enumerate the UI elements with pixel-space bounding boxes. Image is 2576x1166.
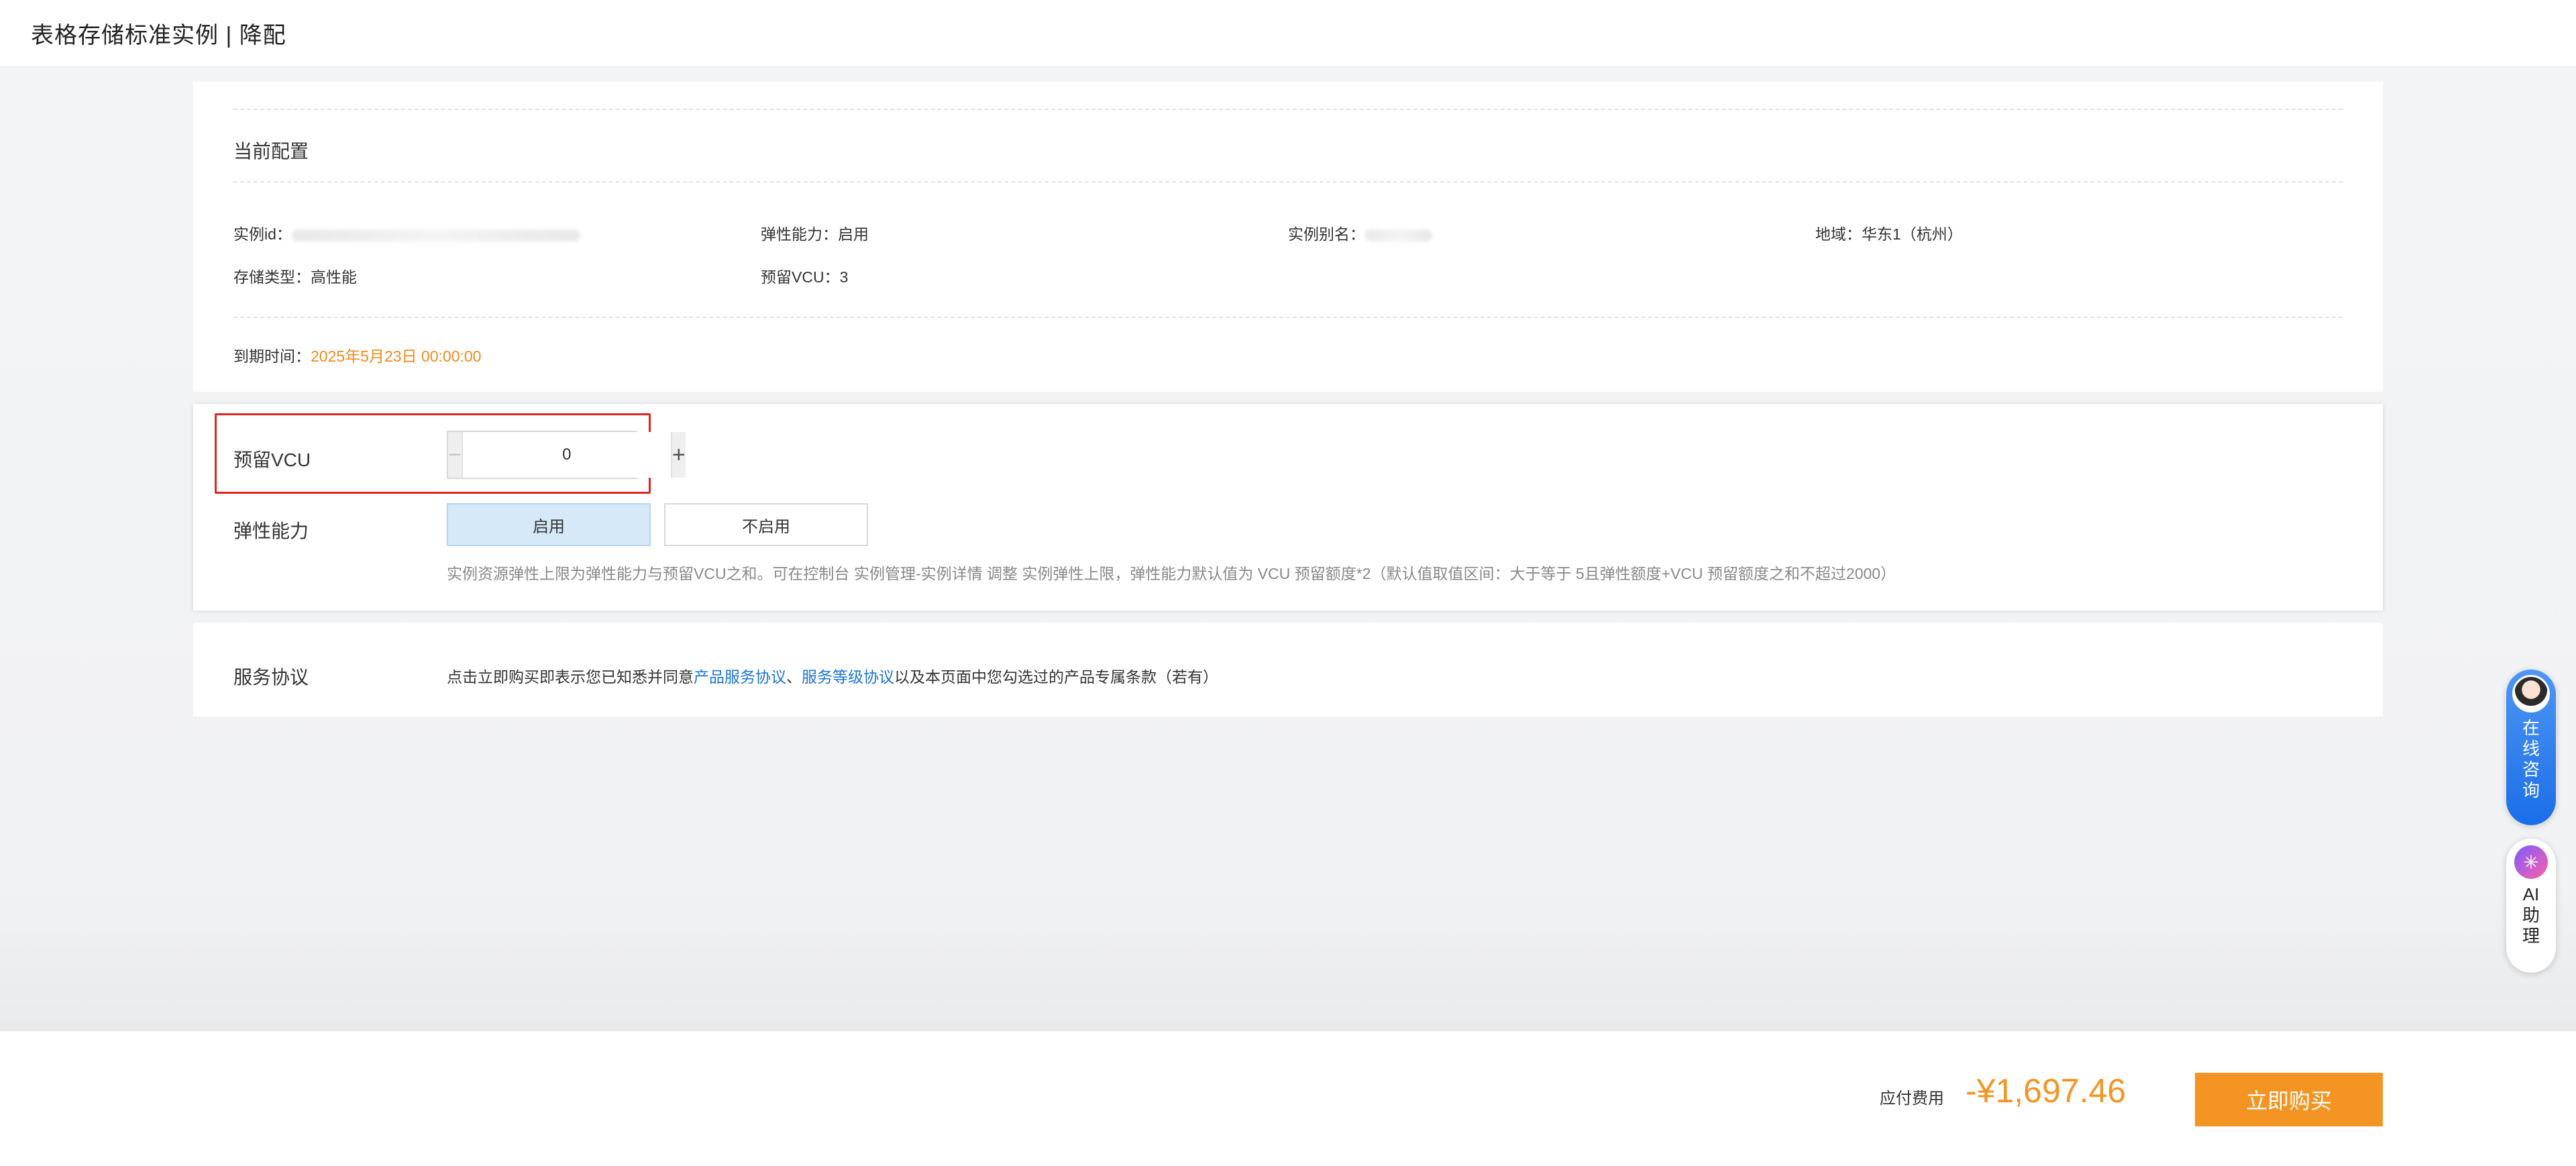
buy-now-button[interactable]: 立即购买 (2195, 1073, 2383, 1126)
region-field: 地域：华东1（杭州） (1815, 225, 1963, 243)
elastic-disable-option[interactable]: 不启用 (664, 503, 868, 546)
alias-field: 实例别名： (1288, 221, 1432, 244)
alias-redacted (1365, 229, 1432, 242)
fee-value: -¥1,697.46 (1966, 1072, 2127, 1110)
elastic-field: 弹性能力：启用 (761, 225, 869, 243)
service-agreement-card: 服务协议 点击立即购买即表示您已知悉并同意产品服务协议、服务等级协议以及本页面中… (193, 623, 2383, 717)
divider (233, 181, 2343, 182)
decrement-button[interactable]: − (448, 432, 463, 478)
current-config-title: 当前配置 (233, 141, 309, 162)
elastic-capability-label: 弹性能力 (233, 521, 309, 541)
reserved-vcu-input[interactable] (462, 432, 671, 478)
agreement-text: 点击立即购买即表示您已知悉并同意产品服务协议、服务等级协议以及本页面中您勾选过的… (447, 668, 1218, 686)
reserved-vcu-label: 预留VCU (233, 449, 311, 470)
current-config-card: 当前配置 实例id： 弹性能力：启用 实例别名： 地域：华东1（杭州） 存储类型… (193, 82, 2383, 392)
online-consult-label: 在线咨询 (2522, 718, 2540, 800)
page-title: 表格存储标准实例 | 降配 (31, 23, 286, 48)
product-service-agreement-link[interactable]: 产品服务协议 (694, 668, 786, 686)
storage-type-field: 存储类型：高性能 (233, 268, 357, 286)
divider (233, 317, 2343, 318)
ai-sparkle-icon: ✳ (2514, 845, 2548, 879)
service-level-agreement-link[interactable]: 服务等级协议 (802, 668, 894, 686)
reserved-vcu-stepper: − + (447, 431, 686, 479)
top-bar: 表格存储标准实例 | 降配 (0, 0, 2576, 67)
agent-avatar-icon (2512, 675, 2550, 712)
elastic-enable-option[interactable]: 启用 (447, 503, 651, 546)
reserved-vcu-field: 预留VCU：3 (761, 268, 849, 286)
fee-label: 应付费用 (1880, 1090, 1944, 1108)
checkout-bar: 应付费用 -¥1,697.46 立即购买 (0, 1030, 2576, 1166)
expire-field: 到期时间：2025年5月23日 00:00:00 (233, 348, 482, 365)
downgrade-form-card: 预留VCU − + 弹性能力 启用 不启用 实例资源弹性上限为弹性能力与预留VC… (193, 404, 2383, 611)
ai-assistant-label: AI助理 (2522, 884, 2540, 946)
ai-assistant-widget[interactable]: ✳ AI助理 (2506, 839, 2556, 973)
instance-id-redacted (291, 229, 580, 242)
elastic-hint-text: 实例资源弹性上限为弹性能力与预留VCU之和。可在控制台 实例管理-实例详情 调整… (447, 565, 1896, 582)
online-consult-widget[interactable]: 在线咨询 (2506, 670, 2556, 825)
divider (233, 109, 2343, 110)
increment-button[interactable]: + (670, 432, 686, 478)
instance-id-field: 实例id： (233, 221, 580, 244)
service-agreement-label: 服务协议 (233, 667, 309, 688)
